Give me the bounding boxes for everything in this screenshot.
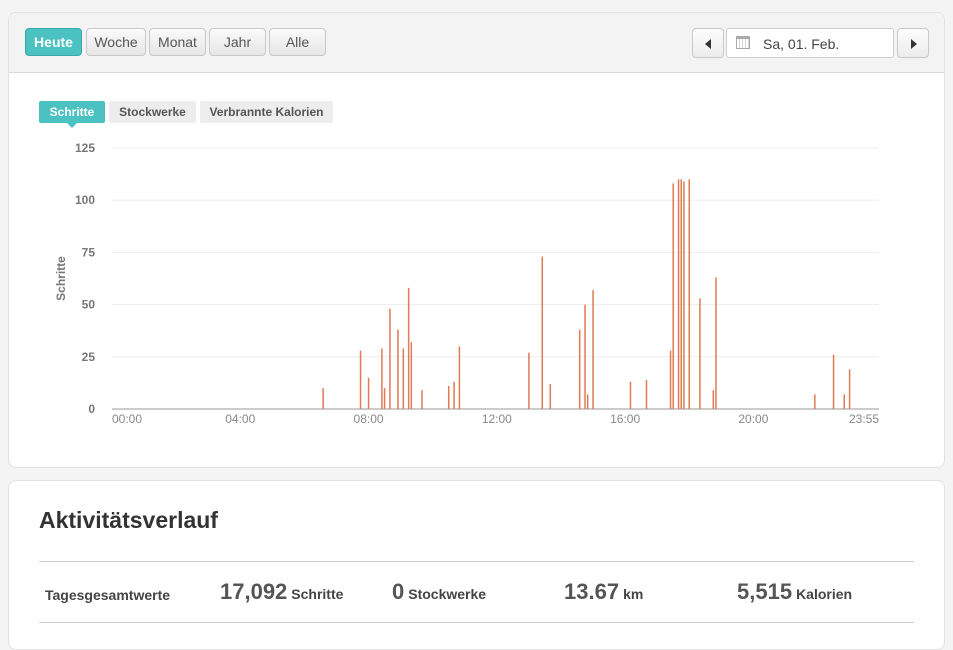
step-bar <box>683 181 685 409</box>
step-bar <box>584 304 586 409</box>
step-bar <box>814 394 816 409</box>
step-bar <box>541 256 544 409</box>
step-bar <box>715 277 717 409</box>
stat-calories: 5,515 Kalorien <box>737 579 852 605</box>
stat-floors-unit: Stockwerke <box>408 586 487 602</box>
stat-distance-unit: km <box>623 586 644 602</box>
step-bar <box>407 287 410 409</box>
activity-card: Aktivitätsverlauf Tagesgesamtwerte 17,09… <box>8 480 945 650</box>
y-tick-label: 25 <box>82 350 96 364</box>
stat-calories-value: 5,515 <box>737 579 793 604</box>
stat-calories-unit: Kalorien <box>796 586 853 602</box>
x-tick-label: 16:00 <box>610 412 640 426</box>
step-bar <box>322 388 324 409</box>
stat-steps-value: 17,092 <box>220 579 288 604</box>
step-bar <box>672 183 674 409</box>
step-bar <box>848 369 851 409</box>
stat-steps-unit: Schritte <box>291 586 344 602</box>
step-bar <box>712 390 715 409</box>
step-bar <box>397 329 399 409</box>
step-bar <box>688 179 691 409</box>
x-tick-label: 12:00 <box>482 412 512 426</box>
step-bar <box>578 329 581 409</box>
step-bar <box>367 377 370 409</box>
step-bar <box>447 386 450 409</box>
stat-floors-value: 0 <box>392 579 405 604</box>
step-bar <box>843 394 846 409</box>
step-bar <box>410 342 413 409</box>
y-tick-label: 0 <box>88 402 95 416</box>
y-tick-label: 125 <box>75 141 95 155</box>
stat-distance: 13.67 km <box>564 579 643 605</box>
x-tick-label: 08:00 <box>354 412 384 426</box>
step-bar <box>629 381 632 409</box>
step-bar <box>592 289 594 409</box>
y-tick-label: 50 <box>82 298 96 312</box>
x-tick-label: 23:55 <box>849 412 879 426</box>
step-bar <box>381 348 383 409</box>
divider-bottom <box>39 622 914 623</box>
step-bar <box>680 179 682 409</box>
step-bar <box>586 394 589 409</box>
activity-title: Aktivitätsverlauf <box>39 507 218 533</box>
steps-chart: 0 25 50 75 100 125 00:00 04:00 08:00 12:00 16:00 20… <box>54 141 879 426</box>
step-bar <box>383 388 386 409</box>
chart-card: Heute Woche Monat Jahr Alle Sa, 01. Feb.… <box>8 12 945 468</box>
step-bar <box>389 308 391 409</box>
step-bar <box>359 350 362 409</box>
step-bar <box>402 348 405 409</box>
totals-label: Tagesgesamtwerte <box>45 587 171 603</box>
y-axis-label: Schritte <box>54 256 68 301</box>
stat-floors: 0 Stockwerke <box>392 579 486 605</box>
step-bar <box>528 352 530 409</box>
step-bar <box>832 354 835 409</box>
step-bar <box>549 383 552 409</box>
y-tick-label: 100 <box>75 193 95 207</box>
x-tick-label: 04:00 <box>225 412 255 426</box>
step-bar <box>645 379 648 409</box>
x-tick-label: 00:00 <box>112 412 142 426</box>
x-tick-label: 20:00 <box>738 412 768 426</box>
step-bar <box>421 390 423 409</box>
step-bar <box>453 381 455 409</box>
stat-distance-value: 13.67 <box>564 579 620 604</box>
y-tick-label: 75 <box>82 245 96 259</box>
divider-top <box>39 561 914 562</box>
step-bar <box>677 179 680 409</box>
step-bar <box>669 350 672 409</box>
step-bar <box>699 298 701 409</box>
stat-steps: 17,092 Schritte <box>220 579 343 605</box>
step-bar <box>458 346 461 409</box>
